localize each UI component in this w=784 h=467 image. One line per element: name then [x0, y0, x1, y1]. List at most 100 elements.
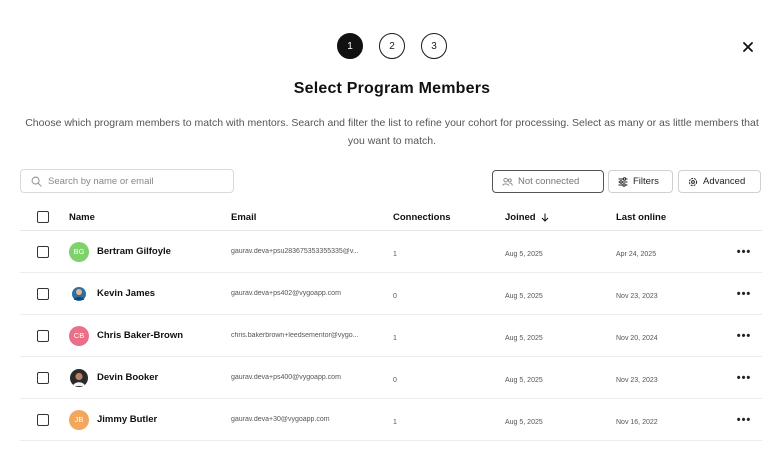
table-row[interactable]: BG Bertram Gilfoyle gaurav.deva+psu28367… [20, 231, 762, 273]
close-icon [743, 42, 753, 52]
last-online-date: Nov 23, 2023 [616, 292, 658, 300]
advanced-label: Advanced [703, 176, 746, 187]
member-email: chris.bakerbrown+leedsementor@vygo... [231, 332, 359, 339]
member-name: Bertram Gilfoyle [97, 246, 171, 257]
member-email: gaurav.deva+30@vygoapp.com [231, 416, 330, 423]
row-check-cell [20, 287, 69, 300]
email-cell: gaurav.deva+30@vygoapp.com [231, 416, 393, 423]
more-options-icon[interactable]: ••• [737, 330, 752, 341]
row-actions-cell: ••• [726, 288, 762, 299]
more-options-icon[interactable]: ••• [737, 288, 752, 299]
connections-count: 0 [393, 292, 397, 300]
member-cell: Devin Booker [69, 368, 231, 388]
more-options-icon[interactable]: ••• [737, 372, 752, 383]
connections-cell: 1 [393, 411, 505, 429]
table-row[interactable]: Kevin James gaurav.deva+ps402@vygoapp.co… [20, 273, 762, 315]
select-all-cell [20, 211, 69, 223]
last-online-date: Nov 20, 2024 [616, 334, 658, 342]
sliders-icon [618, 176, 628, 187]
header-name[interactable]: Name [69, 212, 231, 223]
last-online-date: Apr 24, 2025 [616, 250, 657, 258]
header-email[interactable]: Email [231, 212, 393, 223]
row-actions-cell: ••• [726, 372, 762, 383]
joined-date: Aug 5, 2025 [505, 292, 543, 300]
member-email: gaurav.deva+psu283675353355335@v... [231, 248, 359, 255]
row-actions-cell: ••• [726, 330, 762, 341]
email-cell: gaurav.deva+psu283675353355335@v... [231, 248, 393, 255]
last-online-date: Nov 16, 2022 [616, 418, 658, 426]
member-name: Devin Booker [97, 372, 159, 383]
member-cell: Kevin James [69, 284, 231, 304]
connections-cell: 0 [393, 285, 505, 303]
member-name: Jimmy Butler [97, 414, 158, 425]
avatar [69, 284, 89, 304]
last-online-cell: Apr 24, 2025 [616, 243, 726, 261]
step-2[interactable]: 2 [379, 33, 405, 59]
avatar-photo-icon [70, 368, 88, 387]
member-cell: BG Bertram Gilfoyle [69, 241, 231, 262]
table-header: Name Email Connections Joined Last onlin… [20, 204, 762, 231]
joined-cell: Aug 5, 2025 [505, 285, 616, 303]
row-checkbox[interactable] [37, 413, 49, 426]
member-cell: CB Chris Baker-Brown [69, 325, 231, 346]
step-1[interactable]: 1 [337, 33, 363, 59]
members-table: Name Email Connections Joined Last onlin… [20, 204, 762, 441]
joined-date: Aug 5, 2025 [505, 250, 543, 258]
row-check-cell [20, 413, 69, 426]
advanced-button[interactable]: Advanced [678, 170, 761, 193]
select-all-checkbox[interactable] [37, 211, 49, 223]
avatar: CB [69, 325, 89, 346]
search-box[interactable] [20, 169, 234, 193]
more-options-icon[interactable]: ••• [737, 414, 752, 425]
joined-cell: Aug 5, 2025 [505, 327, 616, 345]
close-button[interactable] [737, 36, 759, 58]
member-name: Chris Baker-Brown [97, 330, 184, 341]
connections-cell: 1 [393, 243, 505, 261]
arrow-down-icon [541, 213, 548, 222]
header-last-online[interactable]: Last online [616, 212, 726, 223]
more-options-icon[interactable]: ••• [737, 246, 752, 257]
last-online-cell: Nov 20, 2024 [616, 327, 726, 345]
email-cell: gaurav.deva+ps402@vygoapp.com [231, 290, 393, 297]
member-email: gaurav.deva+ps402@vygoapp.com [231, 290, 341, 297]
connections-count: 0 [393, 376, 397, 384]
member-email: gaurav.deva+ps400@vygoapp.com [231, 374, 341, 381]
joined-date: Aug 5, 2025 [505, 376, 543, 384]
email-cell: gaurav.deva+ps400@vygoapp.com [231, 374, 393, 381]
connections-count: 1 [393, 250, 397, 258]
joined-cell: Aug 5, 2025 [505, 411, 616, 429]
row-actions-cell: ••• [726, 246, 762, 257]
connections-cell: 0 [393, 369, 505, 387]
joined-date: Aug 5, 2025 [505, 418, 543, 426]
connections-cell: 1 [393, 327, 505, 345]
row-checkbox[interactable] [37, 245, 49, 258]
avatar: BG [69, 241, 89, 262]
search-icon [31, 176, 42, 187]
row-check-cell [20, 329, 69, 342]
joined-cell: Aug 5, 2025 [505, 243, 616, 261]
avatar-photo-icon [72, 286, 86, 301]
not-connected-filter[interactable]: Not connected [492, 170, 604, 193]
row-check-cell [20, 371, 69, 384]
page-title: Select Program Members [293, 80, 491, 97]
step-3[interactable]: 3 [421, 33, 447, 59]
email-cell: chris.bakerbrown+leedsementor@vygo... [231, 332, 393, 339]
gear-icon [688, 177, 698, 186]
table-row[interactable]: CB Chris Baker-Brown chris.bakerbrown+le… [20, 315, 762, 357]
row-checkbox[interactable] [37, 371, 49, 384]
avatar [69, 368, 89, 388]
stepper: 1 2 3 [0, 33, 784, 59]
row-checkbox[interactable] [37, 287, 49, 300]
avatar: JB [69, 409, 89, 430]
row-actions-cell: ••• [726, 414, 762, 425]
table-row[interactable]: Devin Booker gaurav.deva+ps400@vygoapp.c… [20, 357, 762, 399]
row-checkbox[interactable] [37, 329, 49, 342]
header-connections[interactable]: Connections [393, 212, 505, 223]
joined-date: Aug 5, 2025 [505, 334, 543, 342]
filters-button[interactable]: Filters [608, 170, 673, 193]
table-row[interactable]: JB Jimmy Butler gaurav.deva+30@vygoapp.c… [20, 399, 762, 441]
filters-label: Filters [633, 176, 659, 187]
search-input[interactable] [48, 175, 228, 187]
header-joined[interactable]: Joined [505, 212, 616, 223]
joined-cell: Aug 5, 2025 [505, 369, 616, 387]
